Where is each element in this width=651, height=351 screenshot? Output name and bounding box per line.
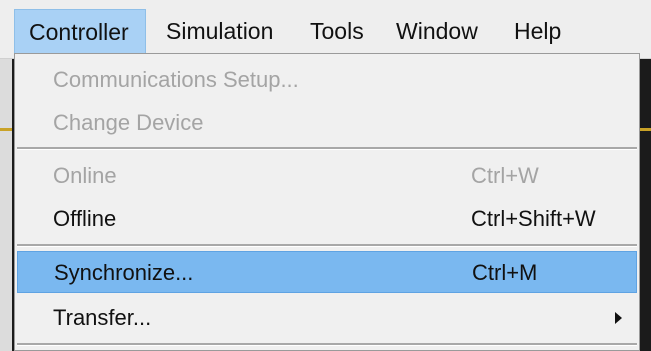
app-window: Controller Simulation Tools Window Help … bbox=[0, 0, 651, 351]
chevron-right-icon bbox=[615, 312, 622, 324]
menu-item-offline[interactable]: Offline Ctrl+Shift+W bbox=[17, 198, 637, 240]
menu-item-label: Change Device bbox=[53, 110, 204, 135]
menu-item-shortcut: Ctrl+Shift+W bbox=[471, 206, 596, 231]
menu-separator bbox=[17, 343, 637, 346]
menu-separator bbox=[17, 147, 637, 150]
controller-dropdown-menu: Communications Setup... Change Device On… bbox=[14, 53, 640, 351]
menu-item-shortcut: Ctrl+M bbox=[472, 260, 538, 285]
menu-item-label: Communications Setup... bbox=[53, 67, 299, 92]
menu-separator bbox=[17, 244, 637, 247]
menu-tools[interactable]: Tools bbox=[296, 9, 374, 53]
menu-item-label: Offline bbox=[53, 206, 117, 231]
menu-item-label: Synchronize... bbox=[54, 260, 194, 285]
menu-item-communications-setup[interactable]: Communications Setup... bbox=[17, 59, 637, 101]
menu-item-label: Transfer... bbox=[53, 305, 152, 330]
menu-window[interactable]: Window bbox=[382, 9, 492, 53]
menu-item-change-device[interactable]: Change Device bbox=[17, 102, 637, 144]
menu-controller[interactable]: Controller bbox=[14, 9, 146, 53]
menu-item-label: Online bbox=[53, 163, 117, 188]
menu-item-synchronize[interactable]: Synchronize... Ctrl+M bbox=[17, 251, 637, 293]
menu-simulation[interactable]: Simulation bbox=[152, 9, 290, 53]
background-accent-line bbox=[640, 128, 651, 131]
menu-help[interactable]: Help bbox=[500, 9, 580, 53]
menu-item-shortcut: Ctrl+W bbox=[471, 163, 539, 188]
background-accent-line bbox=[0, 128, 12, 131]
menu-bar: Controller Simulation Tools Window Help bbox=[0, 0, 651, 59]
menu-item-transfer[interactable]: Transfer... bbox=[17, 297, 637, 339]
menu-item-online[interactable]: Online Ctrl+W bbox=[17, 155, 637, 197]
